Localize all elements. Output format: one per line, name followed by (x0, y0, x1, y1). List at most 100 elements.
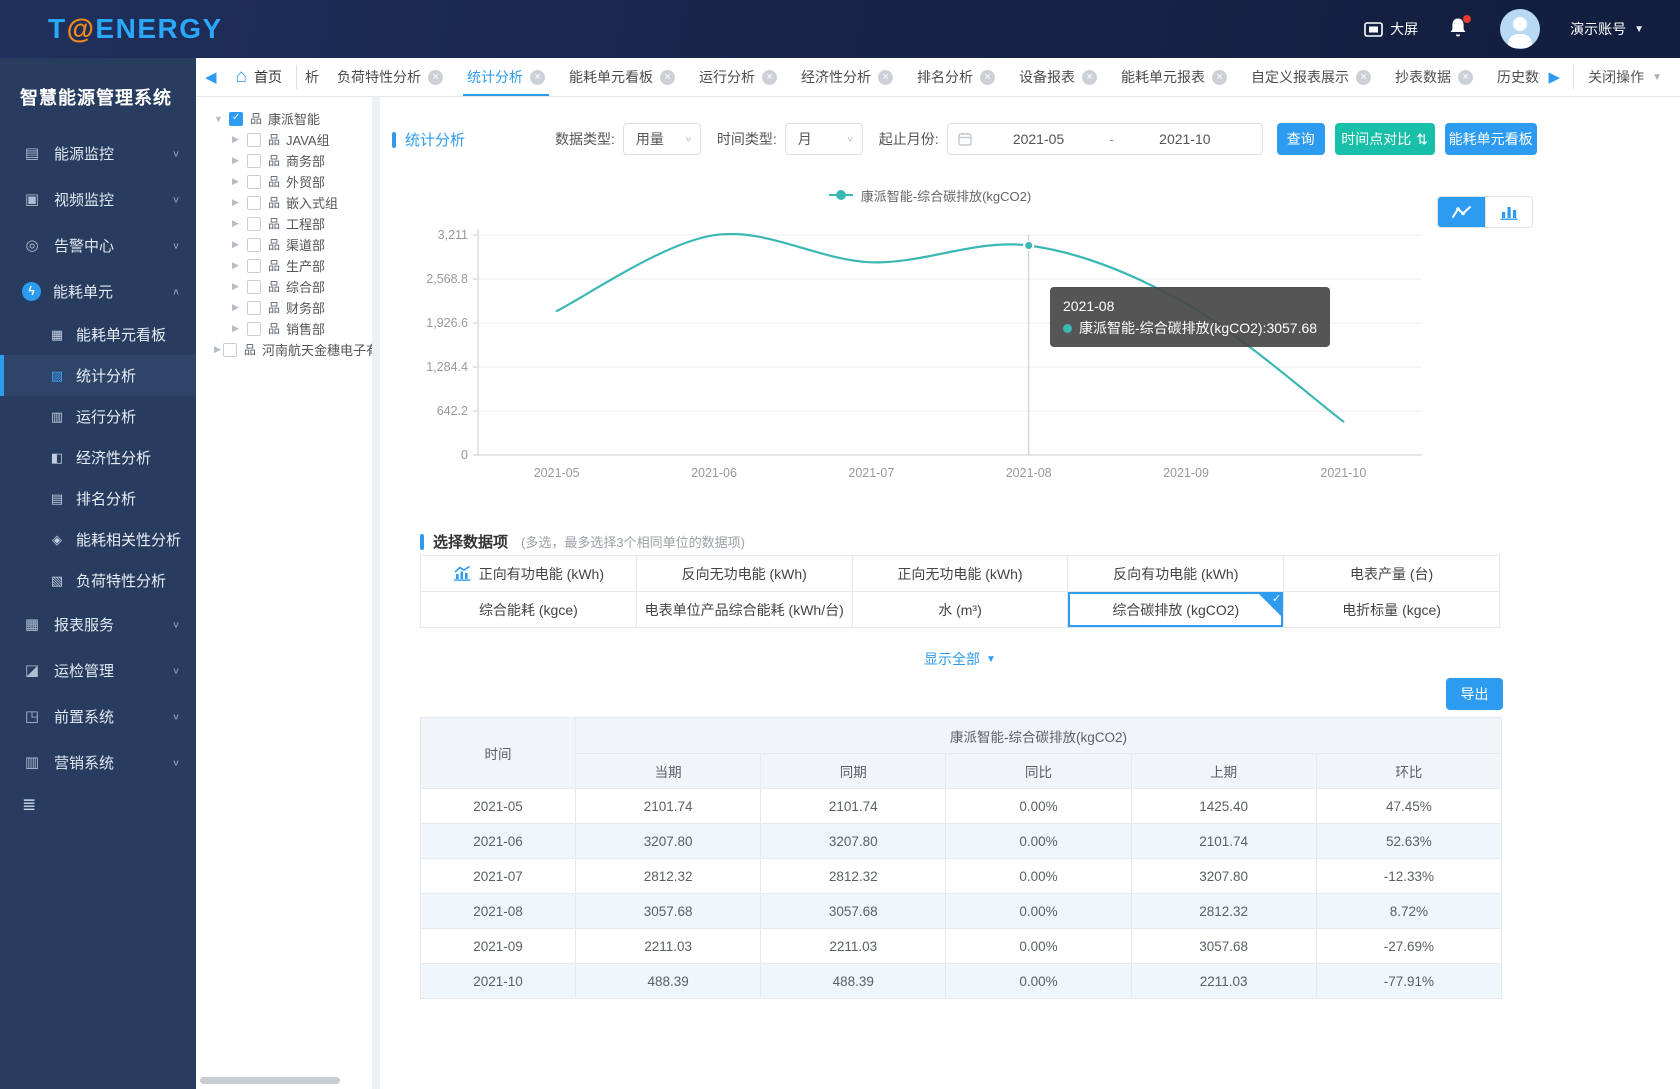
data-item-option[interactable]: 水 (m³) (853, 592, 1069, 628)
tree-expand-icon[interactable]: ▶ (232, 197, 245, 208)
sidebar-item-economy-analysis[interactable]: ◧经济性分析 (0, 437, 196, 478)
tab-能耗单元报表[interactable]: 能耗单元报表× (1109, 58, 1239, 96)
tab-运行分析[interactable]: 运行分析× (687, 58, 789, 96)
tab-close-icon[interactable]: × (660, 70, 675, 85)
sidebar-item-inspection[interactable]: ◪运检管理∨ (0, 647, 196, 693)
line-chart[interactable]: 0642.21,284.41,926.62,568.83,2112021-052… (420, 222, 1520, 492)
tree-node[interactable]: ▶品生产部 (196, 255, 372, 276)
tree-checkbox[interactable] (247, 133, 261, 147)
tab-close-icon[interactable]: × (762, 70, 777, 85)
unit-kanban-button[interactable]: 能耗单元看板 (1445, 123, 1537, 155)
sidebar-item-load-analysis[interactable]: ▧负荷特性分析 (0, 560, 196, 601)
tree-node[interactable]: ▶品外贸部 (196, 171, 372, 192)
tree-checkbox[interactable] (247, 154, 261, 168)
tree-node[interactable]: ▶品销售部 (196, 318, 372, 339)
tab-设备报表[interactable]: 设备报表× (1007, 58, 1109, 96)
tree-expand-icon[interactable]: ▶ (214, 344, 221, 355)
tree-expand-icon[interactable]: ▶ (232, 323, 245, 334)
tab-close-icon[interactable]: × (1212, 70, 1227, 85)
sidebar-item-marketing[interactable]: ▥营销系统∨ (0, 739, 196, 785)
time-compare-button[interactable]: 时间点对比⇅ (1335, 123, 1435, 155)
tree-checkbox[interactable] (247, 175, 261, 189)
tabs-scroll-right-icon[interactable]: ▶ (1540, 68, 1570, 86)
sidebar-item-front-system[interactable]: ◳前置系统∨ (0, 693, 196, 739)
tree-expand-icon[interactable]: ▶ (232, 260, 245, 271)
data-item-option[interactable]: 综合碳排放 (kgCO2)✓ (1068, 592, 1284, 628)
data-item-option[interactable]: 正向有功电能 (kWh) (421, 556, 637, 592)
sidebar-item-unit-kanban[interactable]: ▦能耗单元看板 (0, 314, 196, 355)
tree-node[interactable]: ▶品工程部 (196, 213, 372, 234)
tab-析[interactable]: 析× (301, 58, 325, 96)
tree-checkbox[interactable] (247, 301, 261, 315)
tree-expand-icon[interactable]: ▶ (232, 239, 245, 250)
data-item-option[interactable]: 反向无功电能 (kWh) (637, 556, 853, 592)
tab-负荷特性分析[interactable]: 负荷特性分析× (325, 58, 455, 96)
sidebar-item-video-monitor[interactable]: ▣视频监控∨ (0, 176, 196, 222)
tree-node[interactable]: ▶品JAVA组 (196, 129, 372, 150)
tree-node[interactable]: ▶品渠道部 (196, 234, 372, 255)
tab-close-icon[interactable]: × (1082, 70, 1097, 85)
tabs-scroll-left-icon[interactable]: ◀ (196, 68, 226, 86)
tree-checkbox[interactable] (223, 343, 237, 357)
tree-checkbox[interactable] (247, 217, 261, 231)
tree-node[interactable]: ▶品财务部 (196, 297, 372, 318)
big-screen-button[interactable]: 大屏 (1364, 19, 1418, 39)
notification-bell-button[interactable] (1448, 17, 1470, 41)
tree-node[interactable]: ▼品康派智能 (196, 108, 372, 129)
tab-经济性分析[interactable]: 经济性分析× (789, 58, 905, 96)
tree-expand-icon[interactable]: ▶ (232, 155, 245, 166)
data-item-option[interactable]: 电折标量 (kgce) (1284, 592, 1500, 628)
tree-expand-icon[interactable]: ▶ (232, 302, 245, 313)
tab-自定义报表展示[interactable]: 自定义报表展示× (1239, 58, 1383, 96)
data-item-option[interactable]: 反向有功电能 (kWh) (1068, 556, 1284, 592)
tree-collapse-icon[interactable]: ▼ (214, 114, 227, 124)
tab-能耗单元看板[interactable]: 能耗单元看板× (557, 58, 687, 96)
close-operations-dropdown[interactable]: 关闭操作 ▼ (1578, 67, 1680, 87)
tree-node[interactable]: ▶品嵌入式组 (196, 192, 372, 213)
tab-close-icon[interactable]: × (530, 70, 545, 85)
tab-close-icon[interactable]: × (980, 70, 995, 85)
tab-抄表数据[interactable]: 抄表数据× (1383, 58, 1485, 96)
time-type-select[interactable]: 月 ∨ (785, 123, 863, 155)
tab-统计分析[interactable]: 统计分析× (455, 58, 557, 96)
tree-expand-icon[interactable]: ▶ (232, 176, 245, 187)
tree-expand-icon[interactable]: ▶ (232, 218, 245, 229)
sidebar-item-energy-unit[interactable]: ϟ能耗单元∧ (0, 268, 196, 314)
avatar[interactable] (1500, 9, 1540, 49)
export-button[interactable]: 导出 (1446, 678, 1503, 710)
tab-home[interactable]: ⌂ 首页 (226, 58, 292, 96)
tree-checkbox[interactable] (247, 280, 261, 294)
tab-close-icon[interactable]: × (1458, 70, 1473, 85)
tree-node[interactable]: ▶品综合部 (196, 276, 372, 297)
sidebar-item-energy-monitor[interactable]: ▤能源监控∨ (0, 130, 196, 176)
tab-历史数据[interactable]: 历史数据× (1485, 58, 1540, 96)
tab-close-icon[interactable]: × (428, 70, 443, 85)
data-item-option[interactable]: 电表产量 (台) (1284, 556, 1500, 592)
tab-排名分析[interactable]: 排名分析× (905, 58, 1007, 96)
tree-checkbox[interactable] (247, 322, 261, 336)
sidebar-item-report-service[interactable]: ▦报表服务∨ (0, 601, 196, 647)
sidebar-item-ranking-analysis[interactable]: ▤排名分析 (0, 478, 196, 519)
tab-close-icon[interactable]: × (1356, 70, 1371, 85)
tree-node[interactable]: ▶品河南航天金穗电子有 (196, 339, 372, 360)
month-range-input[interactable]: 2021-05 - 2021-10 (947, 123, 1263, 155)
data-type-select[interactable]: 用量 ∨ (623, 123, 701, 155)
sidebar-item-alarm-center[interactable]: ◎告警中心∨ (0, 222, 196, 268)
data-item-option[interactable]: 电表单位产品综合能耗 (kWh/台) (637, 592, 853, 628)
legend-item[interactable]: 康派智能-综合碳排放(kgCO2) (829, 186, 1031, 205)
tree-node[interactable]: ▶品商务部 (196, 150, 372, 171)
tree-expand-icon[interactable]: ▶ (232, 134, 245, 145)
sidebar-item-correlation-analysis[interactable]: ◈能耗相关性分析 (0, 519, 196, 560)
tree-checkbox[interactable] (247, 238, 261, 252)
collapse-sidebar-button[interactable]: ≣ (0, 785, 196, 825)
sidebar-item-stats-analysis[interactable]: ▨统计分析 (0, 355, 196, 396)
data-item-option[interactable]: 正向无功电能 (kWh) (853, 556, 1069, 592)
data-item-option[interactable]: 综合能耗 (kgce) (421, 592, 637, 628)
account-menu[interactable]: 演示账号 ▼ (1570, 19, 1644, 39)
tab-close-icon[interactable]: × (878, 70, 893, 85)
show-all-button[interactable]: 显示全部 ▼ (924, 649, 996, 669)
tree-checkbox[interactable] (247, 259, 261, 273)
query-button[interactable]: 查询 (1277, 123, 1325, 155)
sidebar-item-operation-analysis[interactable]: ▥运行分析 (0, 396, 196, 437)
horizontal-scrollbar[interactable] (200, 1077, 340, 1084)
